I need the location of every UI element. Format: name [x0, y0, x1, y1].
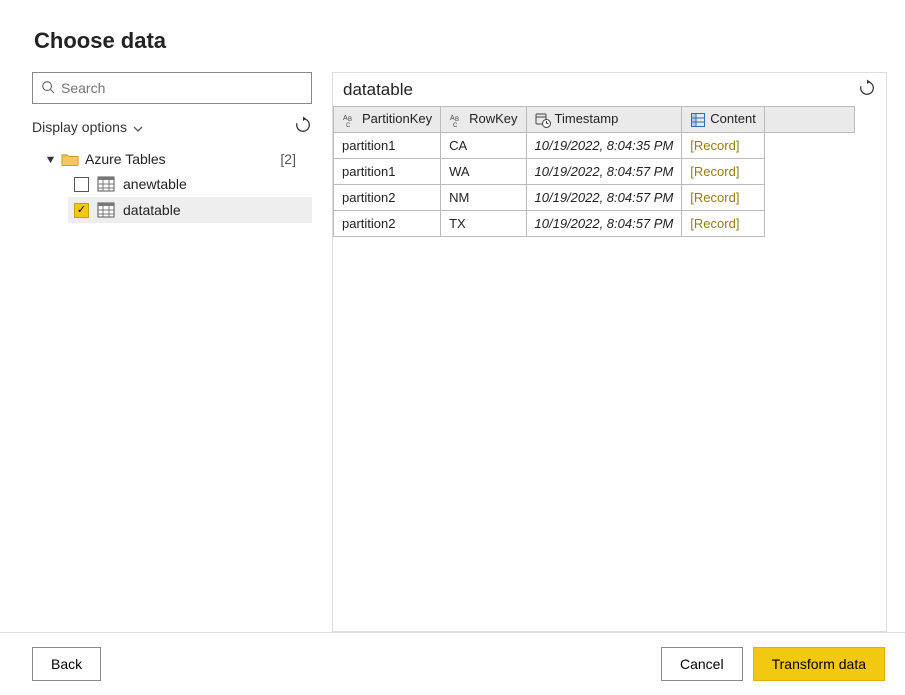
table-cell[interactable]: partition2 [334, 211, 441, 237]
column-header[interactable]: ABC PartitionKey [334, 107, 441, 133]
tree-folder-azure-tables[interactable]: Azure Tables [2] [40, 147, 312, 171]
table-row[interactable]: partition1 WA 10/19/2022, 8:04:57 PM [Recor… [334, 159, 855, 185]
abc-type-icon: ABC [342, 112, 358, 128]
collapse-triangle-icon [46, 151, 55, 167]
cell-value: partition1 [342, 164, 395, 179]
transform-data-button[interactable]: Transform data [753, 647, 885, 681]
tree-item-checkbox[interactable] [74, 177, 89, 192]
cell-value: 10/19/2022, 8:04:35 PM [535, 138, 674, 153]
table-cell[interactable]: [Record] [682, 185, 765, 211]
column-header-label: RowKey [469, 111, 517, 126]
cell-value: 10/19/2022, 8:04:57 PM [535, 164, 674, 179]
tree-item[interactable]: datatable [68, 197, 312, 223]
table-cell[interactable]: partition1 [334, 159, 441, 185]
table-row[interactable]: partition1 CA 10/19/2022, 8:04:35 PM [Recor… [334, 133, 855, 159]
column-header[interactable]: ABC RowKey [441, 107, 526, 133]
tree-item-label: datatable [123, 202, 181, 218]
cell-value: [Record] [690, 164, 739, 179]
table-cell[interactable]: NM [441, 185, 526, 211]
table-cell[interactable]: WA [441, 159, 526, 185]
cell-value: 10/19/2022, 8:04:57 PM [535, 190, 674, 205]
footer: Back Cancel Transform data [0, 632, 905, 695]
refresh-navigator-button[interactable] [294, 116, 312, 137]
back-button[interactable]: Back [32, 647, 101, 681]
column-header-label: PartitionKey [362, 111, 432, 126]
tree-item[interactable]: anewtable [68, 171, 312, 197]
tree-folder-count: [2] [280, 151, 306, 167]
abc-type-icon: ABC [449, 112, 465, 128]
column-header-label: Timestamp [555, 111, 619, 126]
table-icon [97, 176, 115, 192]
search-input[interactable] [61, 80, 303, 96]
cell-value: [Record] [690, 138, 739, 153]
table-cell[interactable]: CA [441, 133, 526, 159]
table-cell[interactable]: TX [441, 211, 526, 237]
preview-pane: datatable ABC PartitionKey ABC RowKey Timest… [332, 72, 887, 632]
cancel-button[interactable]: Cancel [661, 647, 743, 681]
cell-value: CA [449, 138, 467, 153]
cell-value: NM [449, 190, 469, 205]
table-cell[interactable]: partition2 [334, 185, 441, 211]
refresh-preview-button[interactable] [858, 79, 876, 100]
tree-item-checkbox[interactable] [74, 203, 89, 218]
column-header[interactable]: Content [682, 107, 765, 133]
cell-value: partition1 [342, 138, 395, 153]
svg-text:C: C [346, 123, 351, 128]
display-options-dropdown[interactable]: Display options [32, 119, 143, 135]
table-cell[interactable]: 10/19/2022, 8:04:57 PM [526, 185, 682, 211]
cell-value: TX [449, 216, 466, 231]
table-cell[interactable]: partition1 [334, 133, 441, 159]
search-input-wrapper[interactable] [32, 72, 312, 104]
navigator-pane: Display options Azure T [32, 72, 332, 632]
preview-table: ABC PartitionKey ABC RowKey Timestamp Content… [333, 106, 855, 237]
preview-title: datatable [343, 80, 413, 100]
tree-folder-label: Azure Tables [85, 151, 166, 167]
table-icon [97, 202, 115, 218]
table-cell[interactable]: 10/19/2022, 8:04:57 PM [526, 159, 682, 185]
cell-value: partition2 [342, 190, 395, 205]
column-header-blank [764, 107, 854, 133]
cell-value: [Record] [690, 190, 739, 205]
page-title: Choose data [0, 0, 905, 72]
svg-text:C: C [453, 123, 458, 128]
display-options-label: Display options [32, 119, 127, 135]
record-type-icon [690, 112, 706, 128]
search-icon [41, 80, 61, 97]
folder-icon [61, 152, 79, 166]
table-row[interactable]: partition2 TX 10/19/2022, 8:04:57 PM [Recor… [334, 211, 855, 237]
column-header-label: Content [710, 111, 756, 126]
cell-value: partition2 [342, 216, 395, 231]
table-cell[interactable]: [Record] [682, 211, 765, 237]
tree-item-label: anewtable [123, 176, 187, 192]
table-cell[interactable]: [Record] [682, 133, 765, 159]
chevron-down-icon [133, 119, 143, 135]
cell-value: 10/19/2022, 8:04:57 PM [535, 216, 674, 231]
cell-value: [Record] [690, 216, 739, 231]
datetime-type-icon [535, 112, 551, 128]
table-row[interactable]: partition2 NM 10/19/2022, 8:04:57 PM [Recor… [334, 185, 855, 211]
cell-value: WA [449, 164, 469, 179]
column-header[interactable]: Timestamp [526, 107, 682, 133]
table-cell[interactable]: [Record] [682, 159, 765, 185]
table-cell[interactable]: 10/19/2022, 8:04:57 PM [526, 211, 682, 237]
table-cell[interactable]: 10/19/2022, 8:04:35 PM [526, 133, 682, 159]
